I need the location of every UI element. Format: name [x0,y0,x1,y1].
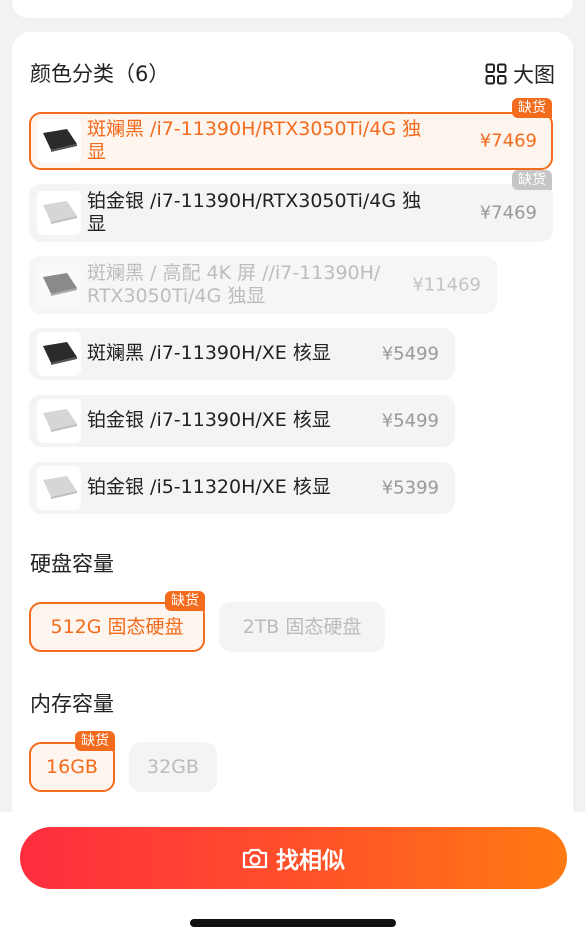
color-option-3[interactable]: 斑斓黑 / 高配 4K 屏 //i7-11390H/RTX3050Ti/4G 独… [29,256,497,314]
color-option-label: 铂金银 /i5-11320H/XE 核显 [87,476,331,498]
memory-option-16gb[interactable]: 16GB 缺货 [29,731,115,792]
find-similar-button[interactable]: 找相似 [20,827,567,889]
laptop-thumbnail [37,332,81,376]
memory-option-label: 16GB [46,756,98,778]
color-option-6[interactable]: 铂金银 /i5-11320H/XE 核显 ¥5399 [29,462,455,514]
storage-option-2tb[interactable]: 2TB 固态硬盘 [219,602,385,652]
color-option-price: ¥7469 [479,202,537,224]
storage-option-label: 512G 固态硬盘 [50,616,184,638]
color-option-label: 铂金银 /i7-11390H/RTX3050Ti/4G 独显 [87,190,422,235]
previous-card [12,0,573,18]
laptop-icon [43,129,77,152]
camera-icon [242,848,268,869]
out-of-stock-badge: 缺货 [512,170,552,190]
sku-panel: 颜色分类（6） 大图 斑斓黑 /i7-11390H/RTX3050Ti/4G 独… [12,32,573,832]
laptop-thumbnail [37,119,81,163]
storage-section-title: 硬盘容量 [30,552,114,576]
laptop-thumbnail [37,191,81,235]
color-option-price: ¥5399 [381,477,439,499]
out-of-stock-badge: 缺货 [165,591,205,611]
color-section-title: 颜色分类（6） [30,62,170,86]
memory-option-32gb[interactable]: 32GB [129,742,217,792]
color-option-label: 斑斓黑 / 高配 4K 屏 //i7-11390H/RTX3050Ti/4G 独… [87,262,381,307]
laptop-icon [43,476,77,499]
color-option-price: ¥5499 [381,410,439,432]
grid-icon [485,63,507,85]
color-option-2[interactable]: 铂金银 /i7-11390H/RTX3050Ti/4G 独显 ¥7469 缺货 [29,170,553,242]
color-option-price: ¥11469 [412,274,481,296]
laptop-icon [43,342,77,365]
color-option-4[interactable]: 斑斓黑 /i7-11390H/XE 核显 ¥5499 [29,328,455,380]
color-option-price: ¥7469 [479,130,537,152]
color-option-label: 斑斓黑 /i7-11390H/XE 核显 [87,342,331,364]
laptop-icon [43,409,77,432]
laptop-icon [43,201,77,224]
laptop-thumbnail [37,263,81,307]
out-of-stock-badge: 缺货 [75,731,115,751]
color-option-label: 铂金银 /i7-11390H/XE 核显 [87,409,331,431]
color-section-header: 颜色分类（6） 大图 [30,60,555,88]
laptop-thumbnail [37,399,81,443]
big-view-button[interactable]: 大图 [485,60,555,88]
home-indicator[interactable] [190,919,396,927]
out-of-stock-badge: 缺货 [512,98,552,118]
color-option-1[interactable]: 斑斓黑 /i7-11390H/RTX3050Ti/4G 独显 ¥7469 缺货 [29,98,553,170]
memory-section-title: 内存容量 [30,692,114,716]
laptop-icon [43,273,77,296]
big-view-label: 大图 [513,63,555,87]
color-option-label: 斑斓黑 /i7-11390H/RTX3050Ti/4G 独显 [87,118,422,163]
storage-option-512g[interactable]: 512G 固态硬盘 缺货 [29,591,205,652]
color-option-price: ¥5499 [381,343,439,365]
laptop-thumbnail [37,466,81,510]
color-option-5[interactable]: 铂金银 /i7-11390H/XE 核显 ¥5499 [29,395,455,447]
storage-option-label: 2TB 固态硬盘 [242,616,362,638]
find-similar-label: 找相似 [276,848,345,874]
memory-option-label: 32GB [147,756,199,778]
